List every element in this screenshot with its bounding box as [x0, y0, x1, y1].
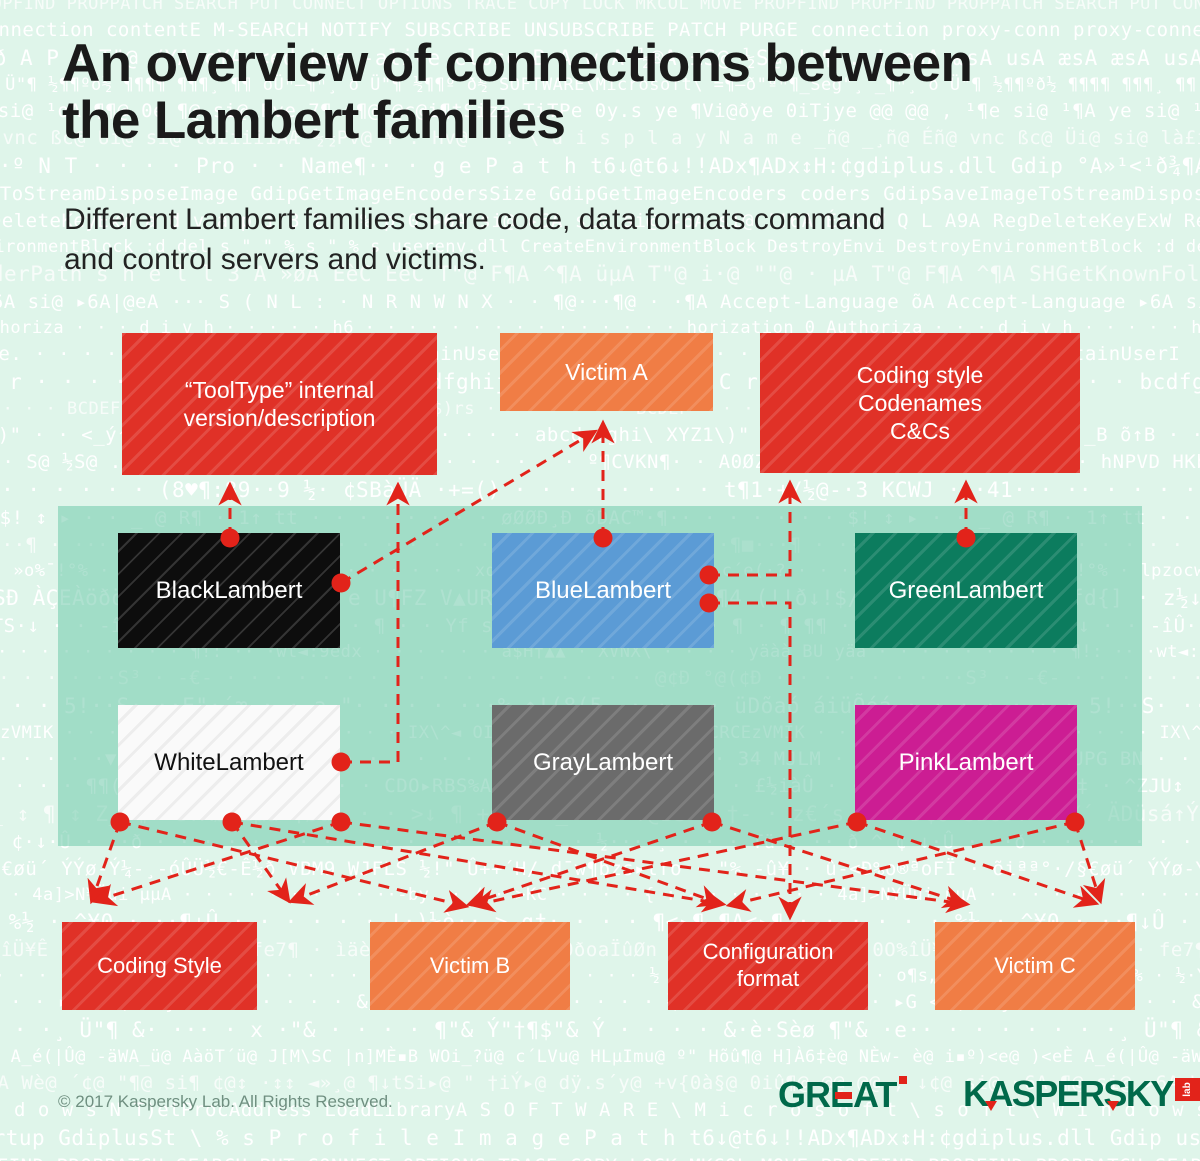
node-victim-a[interactable]: Victim A — [500, 333, 713, 411]
node-label-tooltype: “ToolType” internal version/description — [183, 376, 376, 431]
node-label-coding-style: Coding Style — [97, 952, 222, 978]
page-title-line2: the Lambert families — [62, 90, 566, 150]
node-label-bluelambert: BlueLambert — [534, 576, 672, 604]
node-configuration-format[interactable]: Configuration format — [668, 922, 868, 1010]
node-label-graylambert: GrayLambert — [532, 748, 674, 776]
code-background-line: KCWJ · ·41··· ·· · · · · · (8♥¶:89··9 ½·… — [0, 478, 1200, 502]
code-background-line: )<eÈ A_é(|Û@ -äWA_ü@ AàöT´ü@ J[M\SC |n]M… — [0, 1047, 1200, 1067]
kaspersky-lab-mark: lab — [1174, 1078, 1200, 1101]
node-label-victim-a: Victim A — [565, 358, 648, 385]
code-background-line: õiªª°·/§€øü´ ÝÝø-Ý¼-¸-óÛÜ½€-Ê½ð VBM9 WJF… — [0, 858, 1200, 880]
node-label-configuration-format: Configuration format — [702, 939, 834, 991]
node-blacklambert[interactable]: BlackLambert — [118, 533, 340, 648]
kaspersky-accent-1 — [985, 1101, 997, 1111]
node-coding-style[interactable]: Coding Style — [62, 922, 257, 1010]
code-background-line: ¶"& ·e·· · · · · · · ·¸ Ü"¶ &· ··· · x ·… — [0, 1018, 1200, 1042]
node-coding-style-codenames-ccs[interactable]: Coding style Codenames C&Cs — [760, 333, 1080, 473]
page-subtitle-line1: Different Lambert families share code, d… — [64, 203, 886, 236]
great-logo-dash-accent — [835, 1092, 852, 1099]
node-whitelambert[interactable]: WhiteLambert — [118, 705, 340, 820]
kaspersky-logo: KASPERSKY lab — [963, 1073, 1200, 1115]
node-label-coding-style-codenames-ccs: Coding style Codenames C&Cs — [856, 361, 984, 445]
page-subtitle: Different Lambert families share code, d… — [64, 200, 1124, 280]
code-background-line: °A»¹<¹ð¾¶A· ¶·º N T · · · · Pro · · Name… — [0, 154, 1200, 178]
node-tooltype[interactable]: “ToolType” internal version/description — [122, 333, 437, 475]
node-pinklambert[interactable]: PinkLambert — [855, 705, 1077, 820]
kaspersky-accent-2 — [1107, 1101, 1119, 1111]
node-label-victim-c: Victim C — [994, 952, 1076, 978]
node-label-greenlambert: GreenLambert — [888, 576, 1044, 604]
page-title: An overview of connections between the L… — [62, 34, 1152, 150]
code-background-line: { : - · · · · · · 4a]>N¥Üui µµA · · · · … — [0, 885, 1200, 905]
infographic-canvas: PROPFIND PROPPATCH SEARCH PUT CONNECT OP… — [0, 0, 1200, 1161]
node-bluelambert[interactable]: BlueLambert — [492, 533, 714, 648]
code-background-line: PROPFIND PROPPATCH SEARCH PUT CONNECT OP… — [0, 0, 1200, 14]
node-victim-b[interactable]: Victim B — [370, 922, 570, 1010]
node-greenlambert[interactable]: GreenLambert — [855, 533, 1077, 648]
code-background-line: us.dll Gdiplus Startup GdiplusSt \ % s P… — [0, 1126, 1200, 1150]
node-label-blacklambert: BlackLambert — [155, 576, 303, 604]
copyright-notice: © 2017 Kaspersky Lab. All Rights Reserve… — [58, 1092, 393, 1111]
node-label-whitelambert: WhiteLambert — [154, 748, 304, 776]
node-label-victim-b: Victim B — [429, 952, 511, 978]
page-subtitle-line2: and control servers and victims. — [64, 242, 486, 276]
great-logo-square-accent — [899, 1076, 908, 1084]
node-graylambert[interactable]: GrayLambert — [492, 705, 714, 820]
node-victim-c[interactable]: Victim C — [935, 922, 1135, 1010]
node-label-pinklambert: PinkLambert — [898, 748, 1034, 776]
page-title-line1: An overview of connections between — [62, 34, 973, 93]
code-background-line: PROPFIND PROPPATCH SEARCH PUT CONNECT OP… — [0, 1155, 1200, 1161]
code-background-line: õA Accept-Language ▸6A si@ ▸6A|@eA ··· S… — [0, 291, 1200, 313]
great-logo: GREAT — [778, 1074, 908, 1116]
